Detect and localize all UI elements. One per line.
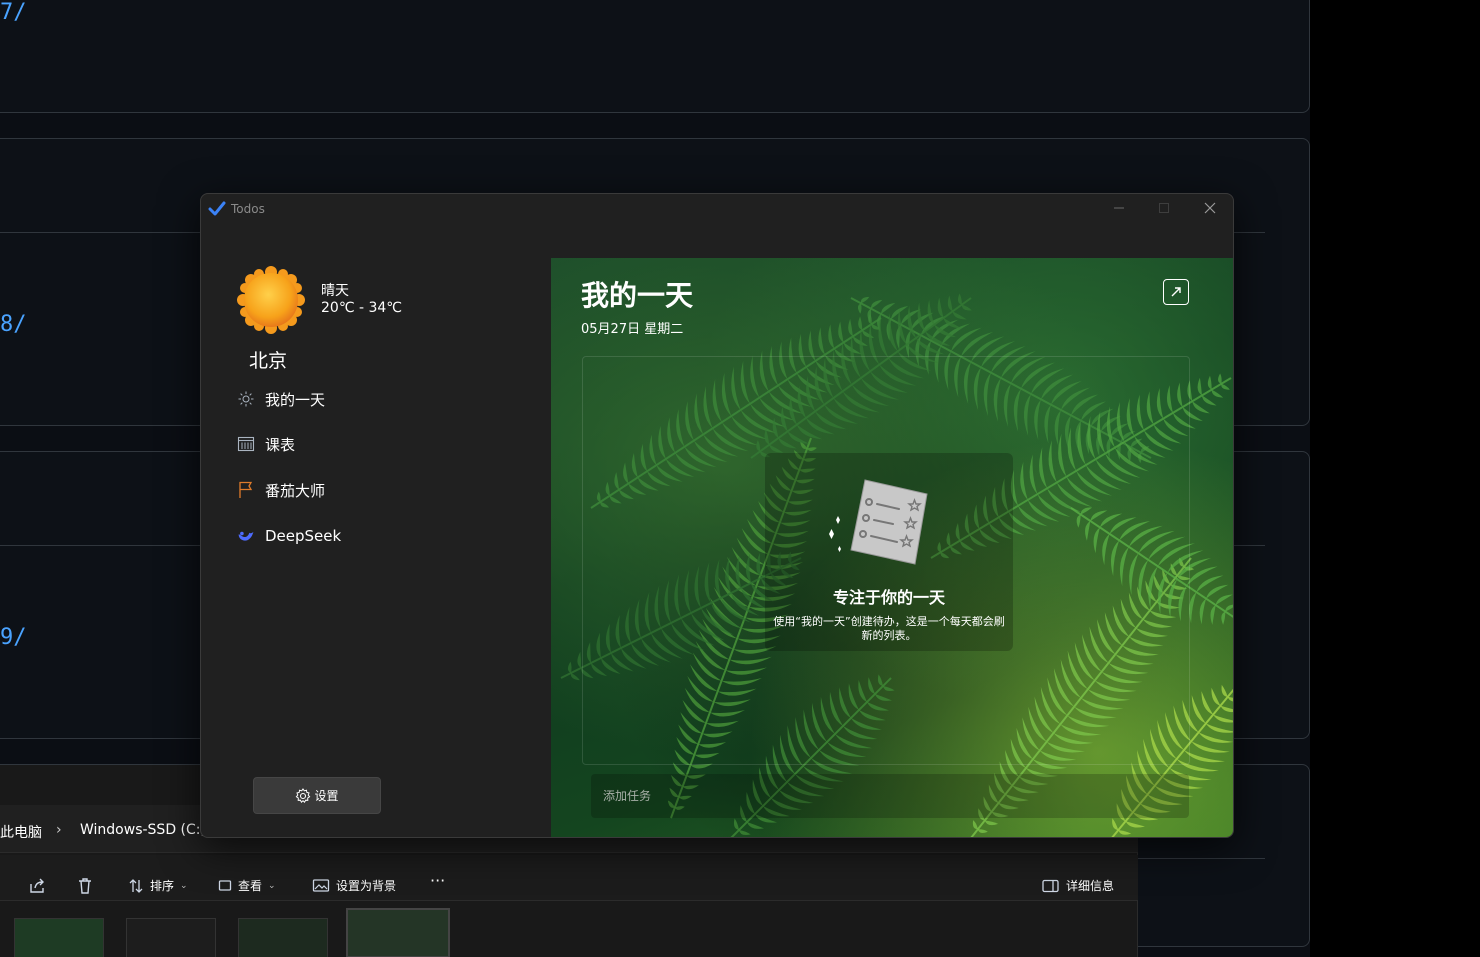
file-thumbnail-selected[interactable] [346,908,450,957]
sun-icon [237,390,255,408]
breadcrumb-drive[interactable]: Windows-SSD (C:) [80,822,206,838]
flag-icon [237,481,255,499]
sidebar-item-label: 课表 [265,435,296,454]
share-button[interactable] [28,877,46,895]
empty-state-description: 使用“我的一天”创建待办，这是一个每天都会刷新的列表。 [773,615,1005,642]
file-thumbnail[interactable] [238,918,328,957]
trash-icon [79,878,91,894]
sidebar-item-my-day[interactable]: 我的一天 [237,384,325,414]
maximize-button [1146,198,1182,222]
set-as-background-button[interactable]: 设置为背景 [312,877,396,894]
file-thumbnail[interactable] [14,918,104,957]
chevron-down-icon: ⌄ [180,880,188,891]
view-icon [218,879,232,891]
title-bar[interactable]: Todos [201,194,1233,224]
page-date: 05月27日 星期二 [581,322,684,337]
expand-icon [1171,287,1181,297]
view-label: 查看 [238,879,263,893]
sort-label: 排序 [150,879,175,893]
sidebar-item-schedule[interactable]: 课表 [237,429,295,459]
details-label: 详细信息 [1066,879,1115,893]
sidebar-item-label: 番茄大师 [265,481,326,500]
sidebar-item-pomodoro[interactable]: 番茄大师 [237,475,325,505]
set-bg-label: 设置为背景 [336,879,397,893]
close-button[interactable] [1192,198,1228,222]
gear-icon [296,787,311,803]
background-link[interactable]: 7/ [0,0,27,25]
page-title: 我的一天 [581,279,694,312]
app-title: Todos [231,202,265,216]
wallpaper-icon [312,878,330,892]
settings-label: 设置 [314,789,339,803]
desktop: 7/ 8/ 9/ 此电脑 › Windows-SSD (C:) 排序 ⌄ 查看 … [0,0,1480,957]
sort-button[interactable]: 排序 ⌄ [128,877,188,894]
share-icon [30,878,44,893]
details-pane-icon [1042,879,1059,892]
sidebar-item-label: 我的一天 [265,390,326,409]
breadcrumb-chevron-icon: › [56,822,62,838]
todos-window: Todos 晴天 20℃ - 34℃ 北京 我的一天 课表 番茄大师 DeepS… [200,193,1234,838]
background-card [0,0,1310,113]
background-link[interactable]: 8/ [0,312,27,337]
weather-sunny-icon [237,266,305,334]
view-button[interactable]: 查看 ⌄ [218,877,276,894]
sidebar-item-label: DeepSeek [265,527,342,545]
close-icon [1204,202,1216,214]
minimize-icon [1114,207,1124,209]
weather-temperature: 20℃ - 34℃ [321,300,403,316]
screen-edge [1310,0,1480,957]
my-day-panel: 我的一天 05月27日 星期二 专注于你的一天 使用“我的一天”创建待办，这是一… [551,258,1233,837]
app-check-icon [208,201,226,216]
file-thumbnail[interactable] [126,918,216,957]
sort-icon [129,878,143,893]
minimize-button[interactable] [1101,198,1137,222]
delete-button[interactable] [76,877,94,895]
more-label: ··· [430,871,446,890]
weather-condition: 晴天 [321,283,349,299]
task-list-illustration-icon [829,479,928,565]
expand-button[interactable] [1163,279,1189,305]
calendar-icon [237,435,255,453]
details-button[interactable]: 详细信息 [1042,877,1114,894]
maximize-icon [1159,203,1169,213]
add-task-input[interactable] [603,786,1163,806]
settings-button[interactable]: 设置 [253,777,381,814]
add-task-bar [591,774,1189,818]
empty-state-title: 专注于你的一天 [832,588,945,607]
chevron-down-icon: ⌄ [268,880,276,891]
weather-city: 北京 [249,350,288,372]
breadcrumb-this-pc[interactable]: 此电脑 [0,822,42,842]
background-link[interactable]: 9/ [0,625,27,650]
more-options-button[interactable]: ··· [430,871,445,890]
whale-icon [237,527,255,545]
sidebar-item-deepseek[interactable]: DeepSeek [237,521,341,551]
